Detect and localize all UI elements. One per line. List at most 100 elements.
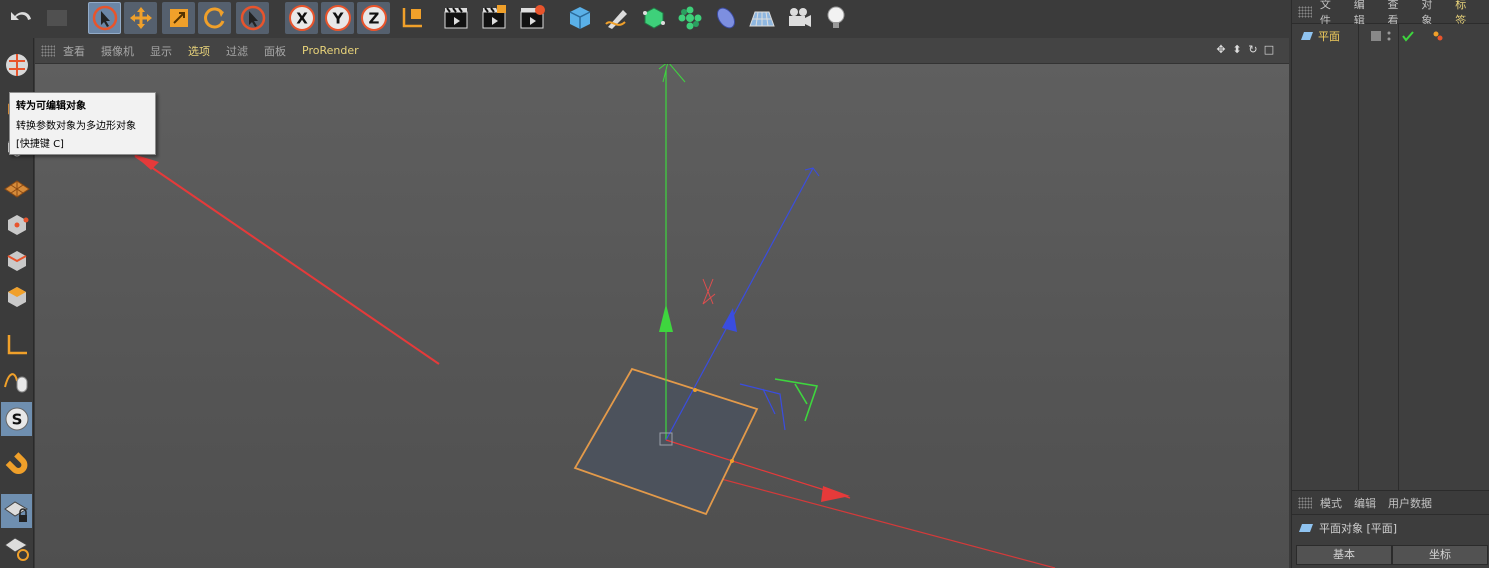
viewport-menu-options[interactable]: 选项 [188,43,210,59]
render-view-icon [444,7,467,29]
camera-button[interactable] [782,2,815,34]
object-list[interactable]: 平面 [1292,24,1489,490]
zoom-icon[interactable]: ⬍ [1231,44,1243,56]
menu-user-data[interactable]: 用户数据 [1388,495,1432,511]
z-axis-button[interactable]: Z [357,2,390,34]
z-axis-line [665,167,814,441]
checkmark-icon[interactable] [1402,30,1414,42]
viewport-menu-camera[interactable]: 摄像机 [101,43,134,59]
object-name[interactable]: 平面 [1318,28,1340,44]
maximize-icon[interactable]: □ [1263,44,1275,56]
grip-icon[interactable] [1298,5,1312,18]
plane-edge-point [693,388,697,392]
coordinate-system-button[interactable] [395,2,428,34]
grip-icon[interactable] [1298,496,1312,509]
move-button[interactable] [124,2,157,34]
orbit-icon[interactable]: ↻ [1247,44,1259,56]
viewport-menu-bar: 查看 摄像机 显示 选项 过滤 面板 ProRender ✥ ⬍ ↻ □ [35,38,1289,64]
xy-plane-handle[interactable] [702,278,716,305]
workplane-button[interactable] [1,170,32,204]
pan-icon[interactable]: ✥ [1215,44,1227,56]
make-editable-button[interactable] [1,48,32,82]
attribute-object-row: 平面对象 [平面] [1292,515,1489,541]
deformer-button[interactable] [709,2,742,34]
visibility-dots-icon[interactable] [1386,30,1398,42]
world-coordinate-icon [402,8,422,28]
viewport-menu-view[interactable]: 查看 [63,43,85,59]
world-x-axis-line-back [134,155,440,365]
y-axis-handle[interactable] [659,304,673,332]
object-manager: 文件 编辑 查看 对象 标签 平面 [1291,0,1489,490]
x-axis-label: X [296,10,308,28]
menu-edit[interactable]: 编辑 [1354,495,1376,511]
subdivision-surface-button[interactable] [637,2,670,34]
render-picture-viewer-button[interactable] [477,2,510,34]
points-mode-icon [7,215,28,235]
viewport-menu-display[interactable]: 显示 [150,43,172,59]
magnet-button[interactable] [1,448,32,482]
pen-button[interactable] [600,2,633,34]
undo-icon [10,12,31,20]
lock-workplane-icon [3,501,28,522]
cloner-button[interactable] [673,2,706,34]
y-axis-button[interactable]: Y [321,2,354,34]
redo-button[interactable] [40,2,73,34]
live-selection-button[interactable] [88,2,121,34]
undo-button[interactable] [4,2,37,34]
3d-scene[interactable] [35,64,1289,568]
y-axis-tip [658,64,686,83]
menu-mode[interactable]: 模式 [1320,495,1342,511]
floor-icon [748,11,775,27]
object-column-visibility [1359,24,1399,490]
snap-button[interactable]: S [1,402,32,436]
attribute-manager-menu: 模式 编辑 用户数据 [1292,491,1489,515]
edges-mode-button[interactable] [1,244,32,278]
recent-tool-icon [240,5,265,31]
object-manager-menu: 文件 编辑 查看 对象 标签 [1292,0,1489,27]
rotate-button[interactable] [198,2,231,34]
tooltip-title: 转为可编辑对象 [16,101,86,112]
render-settings-icon [520,5,545,29]
lock-workplane-button[interactable] [1,494,32,528]
tweak-mode-icon [3,373,27,393]
planar-workplane-button[interactable] [1,530,32,564]
deformer-icon [716,7,735,29]
planar-workplane-icon [3,537,29,561]
live-selection-icon [92,5,117,31]
render-settings-button[interactable] [515,2,548,34]
recent-tool-button[interactable] [236,2,269,34]
viewport[interactable]: 查看 摄像机 显示 选项 过滤 面板 ProRender ✥ ⬍ ↻ □ [35,38,1289,568]
object-row-plane[interactable]: 平面 [1300,28,1444,44]
workplane-icon [3,180,30,198]
tweak-mode-button[interactable] [1,364,32,398]
attribute-tabs: 基本 坐标 [1296,545,1488,565]
viewport-menu-filter[interactable]: 过滤 [226,43,248,59]
cube-button[interactable] [563,2,596,34]
y-axis-label: Y [331,10,344,28]
z-axis-label: Z [368,10,379,28]
tooltip: 转为可编辑对象 转换参数对象为多边形对象 [快捷键 C] [9,92,156,155]
render-view-button[interactable] [439,2,472,34]
tag-icon[interactable] [1432,30,1444,42]
cloner-icon [678,6,701,30]
grip-icon[interactable] [41,44,55,57]
light-button[interactable] [819,2,852,34]
tab-coordinates[interactable]: 坐标 [1392,545,1488,565]
scale-button[interactable] [162,2,195,34]
rotate-icon [203,7,224,29]
pen-icon [604,10,627,29]
top-toolbar: X Y Z [0,0,1290,38]
tab-basic[interactable]: 基本 [1296,545,1392,565]
make-editable-icon [5,54,28,76]
x-axis-button[interactable]: X [285,2,318,34]
polygons-mode-button[interactable] [1,280,32,314]
viewport-menu-prorender[interactable]: ProRender [302,44,359,57]
snap-icon: S [5,407,28,431]
x-axis-handle[interactable] [821,486,850,502]
floor-button[interactable] [745,2,778,34]
axis-mode-button[interactable] [1,328,32,362]
viewport-menu-panel[interactable]: 面板 [264,43,286,59]
points-mode-button[interactable] [1,208,32,242]
layer-icon[interactable] [1370,30,1382,42]
plane-edge-point [730,459,734,463]
